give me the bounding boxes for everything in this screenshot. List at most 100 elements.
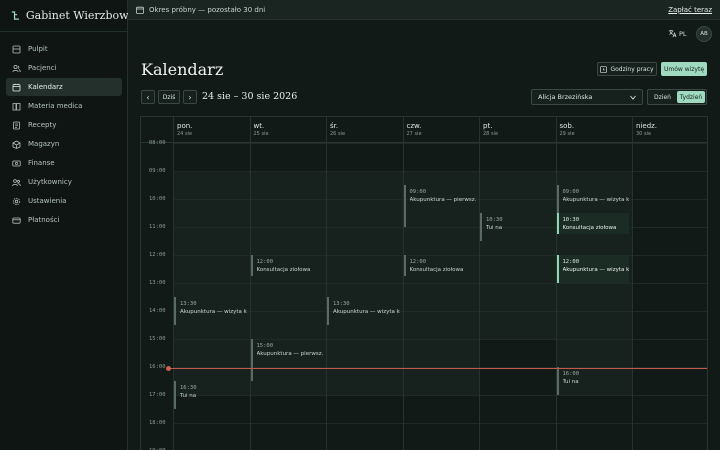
sidebar-item-materia-medica[interactable]: Materia medica [6, 97, 122, 115]
brand-name: Gabinet Wierzbow... [25, 9, 128, 22]
event-title: Tui na [180, 393, 197, 399]
calendar-event[interactable]: 16:00 Tui na [556, 367, 630, 395]
working-hours-button[interactable]: Godziny pracy [597, 62, 657, 76]
working-hours-label: Godziny pracy [610, 65, 654, 73]
day-name: śr. [330, 122, 339, 130]
event-title: Konsultacja ziołowa [562, 225, 617, 231]
event-time: 16:00 [562, 371, 580, 377]
translate-icon [668, 29, 677, 38]
sidebar-item-label: Materia medica [28, 102, 83, 110]
hour-label: 16:00 [149, 364, 166, 370]
view-week-button[interactable]: Tydzień [677, 91, 705, 103]
event-time: 13:30 [333, 301, 350, 307]
page-title: Kalendarz [141, 60, 224, 79]
hour-gridline [173, 283, 707, 284]
day-column-divider [326, 117, 327, 450]
event-time: 12:00 [256, 259, 274, 265]
calendar-event[interactable]: 12:00 Konsultacja ziołowa [250, 255, 324, 276]
hour-label: 15:00 [149, 336, 166, 342]
sidebar-item-kalendarz[interactable]: Kalendarz [6, 78, 122, 96]
pay-now-link[interactable]: Zapłać teraz [668, 6, 712, 14]
day-name: czw. [406, 122, 422, 130]
clock-calendar-icon [600, 65, 608, 73]
leaf-logo-icon [11, 10, 19, 20]
event-time: 13:30 [180, 301, 197, 307]
day-header: sob. 29 sie [560, 122, 575, 137]
sidebar-item-finanse[interactable]: Finanse [6, 154, 122, 172]
sidebar-item-płatności[interactable]: Płatności [6, 211, 122, 229]
calendar-event[interactable]: 12:00 Akupunktura — wizyta k... [556, 255, 630, 283]
hour-label: 08:00 [149, 140, 166, 146]
prev-week-button[interactable]: ‹ [141, 90, 155, 104]
view-day-button[interactable]: Dzień [650, 91, 675, 103]
hour-label: 14:00 [149, 308, 166, 314]
next-week-button[interactable]: › [183, 90, 197, 104]
event-time: 09:00 [562, 189, 580, 195]
users-icon [12, 64, 21, 73]
day-column-divider [555, 117, 557, 450]
practitioner-select[interactable]: Alicja Brzezińska [531, 89, 643, 105]
calendar-event[interactable]: 13:30 Akupunktura — wizyta k... [174, 297, 247, 325]
language-label: PL [679, 29, 687, 38]
sidebar-item-label: Płatności [28, 216, 60, 224]
hour-gridline [173, 311, 707, 312]
calendar-icon [136, 6, 144, 14]
day-column-divider [479, 117, 480, 450]
hour-label: 12:00 [149, 252, 166, 258]
calendar-event[interactable]: 16:30 Tui na [174, 381, 247, 409]
day-date: 24 sie [177, 131, 193, 137]
brand[interactable]: Gabinet Wierzbow... [0, 0, 128, 32]
today-button[interactable]: Dziś [158, 90, 180, 104]
hour-gridline [173, 143, 707, 144]
hour-label: 10:00 [149, 196, 166, 202]
calendar-event[interactable]: 13:30 Akupunktura — wizyta k... [327, 297, 400, 325]
event-title: Tui na [562, 379, 579, 385]
event-title: Konsultacja ziołowa [256, 267, 311, 273]
sidebar-item-ustawienia[interactable]: Ustawienia [6, 192, 122, 210]
sidebar-item-pulpit[interactable]: Pulpit [6, 40, 122, 58]
calendar-event[interactable]: 10:30 Konsultacja ziołowa [556, 213, 629, 234]
event-title: Tui na [486, 225, 503, 231]
sidebar-item-label: Finanse [28, 159, 55, 167]
calendar-event[interactable]: 09:00 Akupunktura — pierwsz... [403, 185, 477, 227]
sidebar-item-label: Pacjenci [28, 64, 57, 72]
event-title: Akupunktura — wizyta k... [180, 309, 247, 315]
calendar-event[interactable]: 15:00 Akupunktura — pierwsz... [250, 339, 323, 381]
language-switcher[interactable]: PL [668, 29, 687, 38]
event-time: 09:00 [409, 189, 427, 195]
event-title: Akupunktura — wizyta k... [562, 267, 630, 273]
day-name: wt. [253, 122, 265, 130]
day-column-divider [632, 117, 633, 450]
sidebar-item-użytkownicy[interactable]: Użytkownicy [6, 173, 122, 191]
sidebar-item-pacjenci[interactable]: Pacjenci [6, 59, 122, 77]
event-title: Akupunktura — wizyta k... [333, 309, 400, 315]
day-name: niedz. [636, 122, 658, 130]
event-time: 12:00 [409, 259, 427, 265]
sidebar-item-label: Magazyn [28, 140, 60, 148]
book-icon [12, 102, 21, 111]
package-icon [12, 140, 21, 149]
current-time-dot [166, 366, 171, 372]
day-header: śr. 26 sie [330, 122, 345, 137]
day-date: 30 sie [636, 131, 652, 137]
event-time: 16:30 [180, 385, 197, 391]
event-title: Akupunktura — pierwsz... [409, 197, 477, 203]
prescription-icon [12, 121, 21, 130]
day-name: pon. [177, 122, 193, 130]
view-toggle: Dzień Tydzień [647, 89, 707, 105]
avatar[interactable]: AB [696, 26, 712, 42]
calendar-event[interactable]: 09:00 Akupunktura — wizyta k... [556, 185, 629, 213]
calendar-event[interactable]: 10:30 Tui na [480, 213, 553, 241]
day-header: pt. 28 sie [483, 122, 498, 137]
day-column-divider [249, 117, 251, 450]
sidebar-item-magazyn[interactable]: Magazyn [6, 135, 122, 153]
day-header: wt. 25 sie [254, 122, 269, 137]
sidebar-item-recepty[interactable]: Recepty [6, 116, 122, 134]
sidebar-item-label: Pulpit [28, 45, 48, 53]
book-visit-button[interactable]: Umów wizytę [661, 62, 707, 76]
user-group-icon [12, 178, 21, 187]
day-column-divider [402, 117, 404, 450]
sidebar-nav: Pulpit Pacjenci Kalendarz Materia medica Rec… [6, 40, 122, 230]
calendar-event[interactable]: 12:00 Konsultacja ziołowa [403, 255, 477, 276]
sidebar: Gabinet Wierzbow... Pulpit Pacjenci Kalend… [0, 0, 128, 450]
